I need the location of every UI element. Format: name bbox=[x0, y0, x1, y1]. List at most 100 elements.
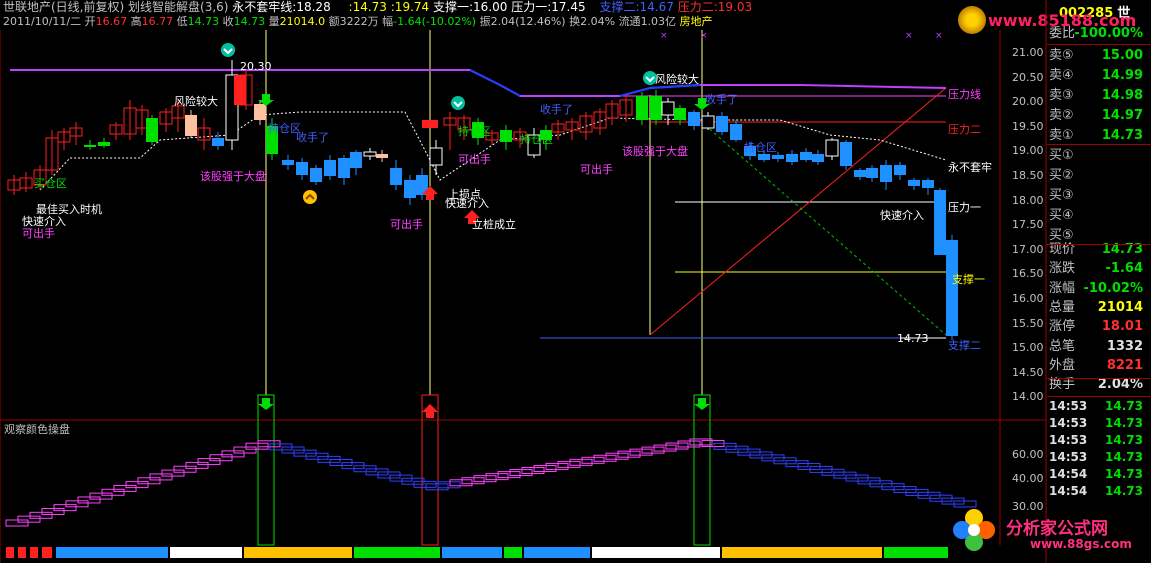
label-can-sell-1: 可出手 bbox=[22, 227, 55, 240]
tick-time: 14:54 bbox=[1049, 467, 1088, 481]
quote-label: 涨幅 bbox=[1049, 280, 1076, 296]
quote-sell-row: 卖③ 14.98 bbox=[1047, 86, 1151, 106]
quote-separator bbox=[1047, 244, 1151, 245]
label-risk-2: 风险较大 bbox=[655, 73, 699, 86]
price-axis-tick: 14.50 bbox=[1012, 365, 1044, 379]
label-strong-2: 该股强于大盘 bbox=[622, 145, 688, 158]
quote-value: 8221 bbox=[1106, 357, 1143, 373]
label-last-price: 14.73 bbox=[897, 332, 929, 345]
price-axis-tick: 18.50 bbox=[1012, 169, 1044, 182]
tick-price: 14.73 bbox=[1105, 467, 1143, 481]
quote-value: -100.00% bbox=[1074, 26, 1143, 41]
label-pressure-1: 压力一 bbox=[948, 201, 981, 214]
tick-row: 14:53 14.73 bbox=[1047, 432, 1151, 449]
price-axis-tick: 20.50 bbox=[1012, 70, 1044, 84]
quote-stat-row: 涨跌 -1.64 bbox=[1047, 259, 1151, 279]
quote-stat-row: 涨停 18.01 bbox=[1047, 317, 1151, 337]
price-axis-tick: 14.00 bbox=[1012, 390, 1044, 404]
quote-stat-row: 现价 14.73 bbox=[1047, 240, 1151, 260]
quote-sell-row: 卖② 14.97 bbox=[1047, 106, 1151, 126]
price-axis-tick: 20.00 bbox=[1012, 95, 1044, 109]
label-hold-2: 持仓区 bbox=[458, 125, 491, 138]
label-buy-zone: 买仓区 bbox=[34, 177, 67, 190]
quote-label: 卖① bbox=[1049, 128, 1074, 143]
label-stop-3: 收手了 bbox=[705, 93, 738, 106]
quote-sell-row: 卖⑤ 15.00 bbox=[1047, 46, 1151, 66]
flower-logo-icon bbox=[952, 508, 996, 552]
quote-label: 买③ bbox=[1049, 188, 1074, 203]
label-risk-1: 风险较大 bbox=[174, 95, 218, 108]
quote-ratio: 委比 -100.00% bbox=[1047, 24, 1151, 44]
price-axis-tick: 16.50 bbox=[1012, 267, 1044, 281]
quote-value: 14.98 bbox=[1101, 88, 1143, 103]
quote-value: 14.97 bbox=[1101, 108, 1143, 123]
price-axis-tick: 19.50 bbox=[1012, 119, 1044, 133]
label-hold-4: 持仓区 bbox=[520, 133, 553, 146]
label-hold-1: 持仓区 bbox=[268, 122, 301, 135]
quote-label: 卖④ bbox=[1049, 68, 1074, 83]
quote-buy-row: 买① bbox=[1047, 146, 1151, 166]
sub-axis-tick: 40.00 bbox=[1012, 472, 1044, 485]
label-hold-3: 持仓区 bbox=[744, 141, 777, 154]
quote-buy-row: 买④ bbox=[1047, 206, 1151, 226]
quote-value: -10.02% bbox=[1083, 280, 1143, 296]
tick-row: 14:54 14.73 bbox=[1047, 483, 1151, 500]
tick-row: 14:54 14.73 bbox=[1047, 466, 1151, 483]
chart-window[interactable]: 世联地产(日线,前复权) 划线智能解盘(3,6) 永不套牢线:18.28 :14… bbox=[0, 0, 1151, 563]
quote-label: 卖⑤ bbox=[1049, 48, 1074, 63]
price-axis-tick: 17.00 bbox=[1012, 242, 1044, 256]
quote-label: 买② bbox=[1049, 168, 1074, 183]
price-axis-tick: 19.00 bbox=[1012, 144, 1044, 158]
quote-stat-row: 总量 21014 bbox=[1047, 298, 1151, 318]
label-strong-1: 该股强于大盘 bbox=[200, 170, 266, 183]
quote-stat-row: 涨幅 -10.02% bbox=[1047, 279, 1151, 299]
oscillator bbox=[5, 438, 977, 527]
svg-text:×: × bbox=[935, 31, 943, 41]
quote-label: 总量 bbox=[1049, 299, 1076, 315]
quote-value: 14.73 bbox=[1101, 128, 1143, 143]
tick-price: 14.73 bbox=[1105, 416, 1143, 430]
quote-separator bbox=[1047, 44, 1151, 45]
quote-separator bbox=[1047, 378, 1151, 379]
tick-price: 14.73 bbox=[1105, 399, 1143, 413]
quote-sell-row: 卖① 14.73 bbox=[1047, 126, 1151, 146]
quote-value: 18.01 bbox=[1101, 319, 1143, 335]
label-support-2: 支撑二 bbox=[948, 339, 981, 352]
tick-row: 14:53 14.73 bbox=[1047, 449, 1151, 466]
label-can-sell-4: 可出手 bbox=[580, 163, 613, 176]
svg-text:×: × bbox=[905, 31, 913, 41]
tick-time: 14:53 bbox=[1049, 433, 1088, 447]
svg-text:×: × bbox=[660, 31, 668, 41]
price-axis-tick: 16.00 bbox=[1012, 292, 1044, 305]
sub-axis-tick: 60.00 bbox=[1012, 448, 1044, 461]
tick-price: 14.73 bbox=[1105, 433, 1143, 447]
quote-value: 1332 bbox=[1106, 338, 1143, 354]
quote-label: 总笔 bbox=[1049, 338, 1076, 354]
quote-label: 买① bbox=[1049, 148, 1074, 163]
tick-row: 14:53 14.73 bbox=[1047, 398, 1151, 415]
quote-sell-row: 卖④ 14.99 bbox=[1047, 66, 1151, 86]
quote-stat-row: 外盘 8221 bbox=[1047, 356, 1151, 376]
watermark-bottom-main: 分析家公式网 bbox=[1006, 519, 1108, 539]
label-never-trapped: 永不套牢 bbox=[948, 161, 992, 174]
quote-value: 15.00 bbox=[1101, 48, 1143, 63]
label-pressure-2: 压力二 bbox=[948, 123, 981, 136]
price-axis-tick: 21.00 bbox=[1012, 46, 1044, 59]
quote-value: 14.99 bbox=[1101, 68, 1143, 83]
sub-panel-title: 观察颜色操盘 bbox=[4, 423, 70, 436]
quote-label: 涨跌 bbox=[1049, 261, 1076, 277]
tick-time: 14:54 bbox=[1049, 484, 1088, 498]
label-quick-1: 快速介入 bbox=[22, 215, 66, 228]
quote-label: 买④ bbox=[1049, 208, 1074, 223]
tick-row: 14:53 14.73 bbox=[1047, 415, 1151, 432]
quote-stat-row: 总笔 1332 bbox=[1047, 337, 1151, 357]
quote-buy-row: 买② bbox=[1047, 166, 1151, 186]
label-quick-3: 快速介入 bbox=[880, 209, 924, 222]
tick-time: 14:53 bbox=[1049, 399, 1088, 413]
label-best-buy: 最佳买入时机 bbox=[36, 203, 102, 216]
quote-label: 委比 bbox=[1049, 26, 1076, 41]
price-axis-tick: 18.00 bbox=[1012, 193, 1044, 207]
svg-text:×: × bbox=[700, 31, 708, 41]
quote-label: 卖② bbox=[1049, 108, 1074, 123]
quote-label: 现价 bbox=[1049, 242, 1076, 257]
